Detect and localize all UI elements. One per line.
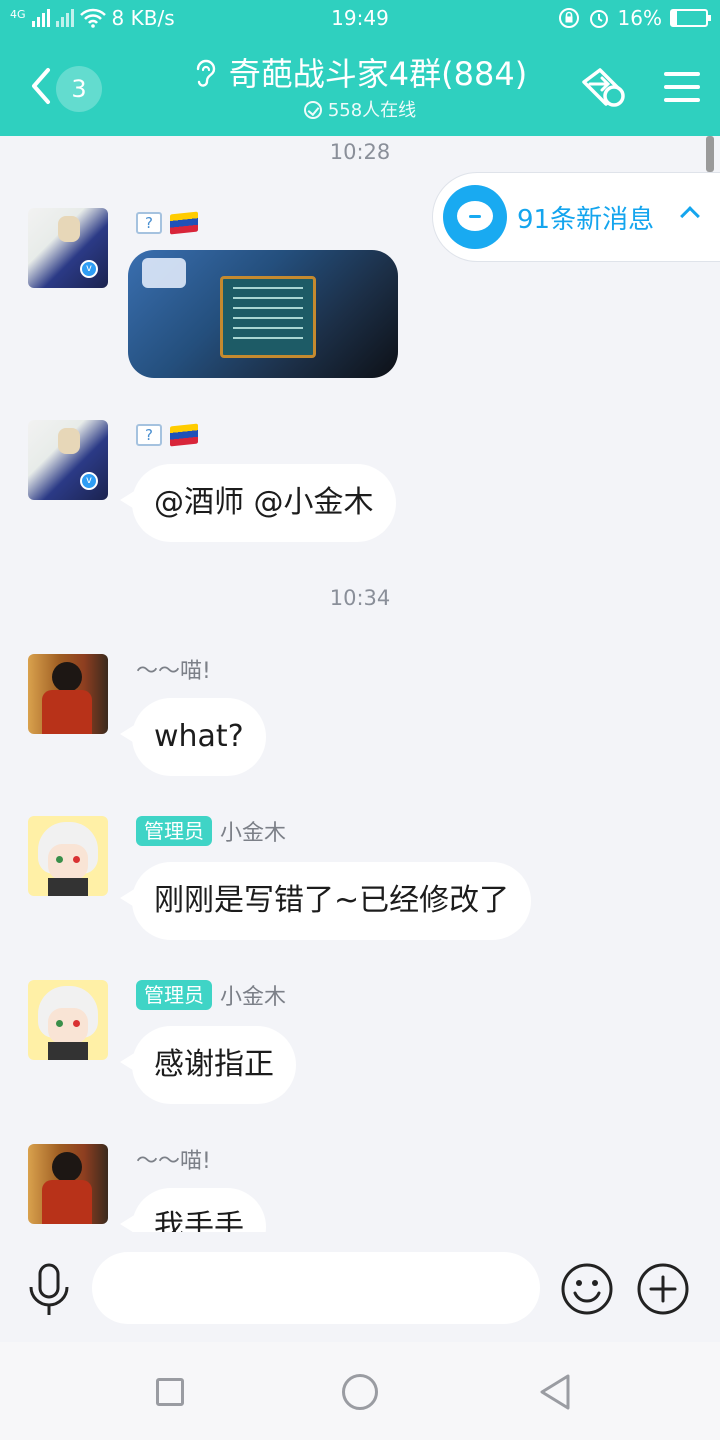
sender-name: ～～喵! <box>136 1149 211 1174</box>
avatar[interactable]: v <box>28 208 108 288</box>
input-bar <box>0 1232 720 1342</box>
game-logo-icon <box>142 258 186 288</box>
admin-badge: 管理员 <box>136 816 212 846</box>
online-count: 558人在线 <box>327 100 417 121</box>
avatar[interactable] <box>28 816 108 896</box>
home-icon[interactable] <box>342 1374 378 1410</box>
online-count-row: 558人在线 <box>140 96 580 122</box>
avatar[interactable]: v <box>28 420 108 500</box>
emoji-icon[interactable] <box>560 1262 614 1316</box>
sender-name: ～～喵! <box>136 659 211 684</box>
game-dialog-graphic <box>220 276 316 358</box>
back-nav-icon[interactable] <box>538 1372 572 1412</box>
sender-tags: ? <box>136 208 198 238</box>
sender-name: 小金木 <box>220 985 287 1010</box>
message-bubble[interactable]: 刚刚是写错了~已经修改了 <box>119 862 532 940</box>
hearing-icon <box>196 59 215 87</box>
avatar[interactable] <box>28 980 108 1060</box>
title-area[interactable]: 奇葩战斗家4群(884) 558人在线 <box>140 54 580 122</box>
alarm-icon <box>589 10 608 28</box>
message-input[interactable] <box>92 1252 540 1324</box>
share-icon[interactable] <box>578 64 628 110</box>
message-bubble[interactable]: @酒师 @小金木 <box>120 464 396 542</box>
new-messages-label: 91条新消息 <box>517 205 655 235</box>
avatar[interactable] <box>28 654 108 734</box>
timestamp: 10:28 <box>329 140 391 164</box>
new-messages-pill[interactable]: 91条新消息 <box>432 172 720 262</box>
sender-meta: ～～喵! <box>136 654 211 684</box>
chat-header: 3 奇葩战斗家4群(884) 558人在线 <box>0 36 720 136</box>
image-message[interactable] <box>128 250 398 378</box>
menu-icon[interactable] <box>664 72 700 102</box>
timestamp: 10:34 <box>329 586 391 610</box>
unread-count-badge[interactable]: 3 <box>56 66 102 112</box>
back-icon[interactable] <box>26 64 56 108</box>
recent-apps-icon[interactable] <box>156 1378 184 1406</box>
rotation-lock-icon <box>558 8 579 28</box>
sender-meta: 管理员 小金木 <box>136 980 286 1010</box>
sender-tags: ? <box>136 420 198 450</box>
group-title: 奇葩战斗家4群(884) <box>228 55 528 93</box>
battery-icon <box>670 9 711 27</box>
status-right: 16% <box>558 6 711 30</box>
sender-meta: ～～喵! <box>136 1144 211 1174</box>
avatar[interactable] <box>28 1144 108 1224</box>
plus-icon[interactable] <box>636 1262 690 1316</box>
system-nav-bar <box>0 1342 720 1440</box>
status-bar: 4G 8 KB/s 19:49 16% <box>0 0 720 36</box>
question-badge-icon: ? <box>136 424 162 446</box>
verified-icon: v <box>80 472 98 490</box>
group-title-row: 奇葩战斗家4群(884) <box>140 54 580 94</box>
message-bubble[interactable]: 我手手 <box>120 1188 266 1232</box>
online-check-icon <box>303 101 322 119</box>
question-badge-icon: ? <box>136 212 162 234</box>
venezuela-flag-icon <box>170 211 198 235</box>
message-list[interactable]: 10:28 v ? v ? @酒师 @小金木 10:34 ～～喵! what? <box>0 136 720 1232</box>
battery-percent: 16% <box>617 6 662 30</box>
venezuela-flag-icon <box>170 423 198 447</box>
admin-badge: 管理员 <box>136 980 212 1010</box>
verified-icon: v <box>80 260 98 278</box>
message-bubble[interactable]: 感谢指正 <box>120 1026 296 1104</box>
chevron-up-icon <box>680 206 700 226</box>
message-bubble[interactable]: what? <box>120 698 266 776</box>
mic-icon[interactable] <box>26 1262 72 1318</box>
sender-meta: 管理员 小金木 <box>136 816 286 846</box>
chat-bubble-icon <box>443 185 507 249</box>
sender-name: 小金木 <box>220 821 287 846</box>
